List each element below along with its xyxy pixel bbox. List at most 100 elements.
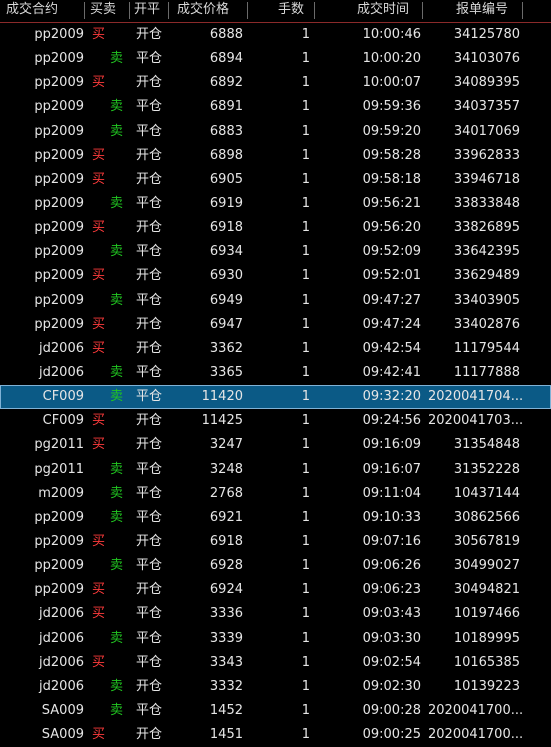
- time-cell: 09:52:01: [362, 268, 421, 284]
- row-marker: [0, 289, 5, 313]
- table-row[interactable]: jd2006 买 平仓 3343 1 09:02:54 10165385: [0, 651, 551, 675]
- table-row[interactable]: pp2009 买 开仓 6888 1 10:00:46 34125780: [0, 23, 551, 47]
- table-row[interactable]: pp2009 卖平仓 6919 1 09:56:21 33833848: [0, 192, 551, 216]
- open-close-cell: 平仓: [136, 389, 163, 405]
- volume-cell: 1: [301, 99, 310, 115]
- column-divider[interactable]: [247, 2, 248, 19]
- table-row[interactable]: CF009 卖平仓 11420 1 09:32:20 2020041704...: [0, 385, 551, 410]
- price-cell: 3365: [209, 364, 243, 380]
- table-row[interactable]: pp2009 卖平仓 6883 1 09:59:20 34017069: [0, 120, 551, 144]
- side-cell: 买: [92, 654, 106, 670]
- table-row[interactable]: pp2009 卖平仓 6894 1 10:00:20 34103076: [0, 47, 551, 71]
- table-row[interactable]: pp2009 卖平仓 6891 1 09:59:36 34037357: [0, 95, 551, 119]
- volume-cell: 1: [301, 75, 310, 91]
- price-cell: 6891: [209, 99, 243, 115]
- price-cell: 6888: [209, 27, 243, 42]
- column-divider[interactable]: [129, 2, 130, 19]
- side-cell: 卖: [110, 461, 124, 477]
- table-row[interactable]: pp2009 买 开仓 6905 1 09:58:18 33946718: [0, 168, 551, 192]
- column-header-time[interactable]: 成交时间: [357, 0, 409, 22]
- open-close-cell: 开仓: [136, 582, 163, 598]
- instrument-cell: jd2006: [39, 630, 84, 646]
- open-close-cell: 平仓: [136, 654, 163, 670]
- instrument-cell: pp2009: [34, 220, 84, 236]
- volume-cell: 1: [301, 316, 310, 332]
- table-row[interactable]: pg2011 买 开仓 3247 1 09:16:09 31354848: [0, 433, 551, 457]
- table-row[interactable]: CF009 买 开仓 11425 1 09:24:56 2020041703...: [0, 409, 551, 433]
- open-close-cell: 开仓: [136, 678, 163, 694]
- table-row[interactable]: m2009 卖平仓 2768 1 09:11:04 10437144: [0, 482, 551, 506]
- table-row[interactable]: jd2006 卖平仓 3339 1 09:03:30 10189995: [0, 627, 551, 651]
- column-divider[interactable]: [168, 2, 169, 19]
- order-id-cell: 30499027: [453, 558, 520, 574]
- open-close-cell: 开仓: [136, 533, 163, 549]
- volume-cell: 1: [301, 437, 310, 453]
- price-cell: 6924: [209, 582, 243, 598]
- column-header-price[interactable]: 成交价格: [177, 0, 229, 22]
- column-divider[interactable]: [84, 2, 85, 19]
- column-header-open-close[interactable]: 开平: [134, 0, 160, 22]
- instrument-cell: pp2009: [34, 75, 84, 91]
- row-marker: [0, 144, 5, 168]
- table-row[interactable]: jd2006 卖平仓 3365 1 09:42:41 11177888: [0, 361, 551, 385]
- table-row[interactable]: jd2006 买 平仓 3336 1 09:03:43 10197466: [0, 602, 551, 626]
- column-divider[interactable]: [422, 2, 423, 19]
- instrument-cell: pp2009: [34, 147, 84, 163]
- table-row[interactable]: pp2009 买 开仓 6918 1 09:56:20 33826895: [0, 216, 551, 240]
- row-marker: [0, 168, 5, 192]
- column-header-volume[interactable]: 手数: [278, 0, 304, 22]
- instrument-cell: jd2006: [39, 678, 84, 694]
- table-row[interactable]: pp2009 买 开仓 6947 1 09:47:24 33402876: [0, 313, 551, 337]
- table-row[interactable]: SA009 卖平仓 1452 1 09:00:28 2020041700...: [0, 699, 551, 723]
- table-row[interactable]: pg2011 卖平仓 3248 1 09:16:07 31352228: [0, 458, 551, 482]
- table-row[interactable]: SA009 买 开仓 1451 1 09:00:25 2020041700...: [0, 723, 551, 747]
- table-row[interactable]: pp2009 买 开仓 6924 1 09:06:23 30494821: [0, 578, 551, 602]
- table-row[interactable]: pp2009 买 开仓 6918 1 09:07:16 30567819: [0, 530, 551, 554]
- volume-cell: 1: [301, 630, 310, 646]
- table-row[interactable]: jd2006 卖开仓 3332 1 09:02:30 10139223: [0, 675, 551, 699]
- table-row[interactable]: pp2009 卖平仓 6921 1 09:10:33 30862566: [0, 506, 551, 530]
- row-marker: [0, 337, 5, 361]
- column-divider[interactable]: [522, 2, 523, 19]
- price-cell: 11420: [201, 389, 243, 405]
- open-close-cell: 平仓: [136, 195, 163, 211]
- volume-cell: 1: [301, 27, 310, 42]
- instrument-cell: pp2009: [34, 123, 84, 139]
- column-header-order-id[interactable]: 报单编号: [456, 0, 508, 22]
- table-row[interactable]: jd2006 买 开仓 3362 1 09:42:54 11179544: [0, 337, 551, 361]
- table-row[interactable]: pp2009 卖平仓 6934 1 09:52:09 33642395: [0, 240, 551, 264]
- side-cell: 买: [92, 533, 106, 549]
- table-row[interactable]: pp2009 买 开仓 6930 1 09:52:01 33629489: [0, 264, 551, 288]
- time-cell: 10:00:46: [362, 27, 421, 42]
- side-cell: 卖: [110, 389, 124, 405]
- instrument-cell: pp2009: [34, 171, 84, 187]
- side-cell: 买: [92, 340, 106, 356]
- open-close-cell: 平仓: [136, 461, 163, 477]
- time-cell: 09:59:36: [362, 99, 421, 115]
- time-cell: 09:06:26: [362, 558, 421, 574]
- row-marker: [0, 120, 5, 144]
- price-cell: 11425: [201, 413, 243, 429]
- time-cell: 10:00:07: [362, 75, 421, 91]
- price-cell: 6918: [209, 220, 243, 236]
- volume-cell: 1: [301, 606, 310, 622]
- table-row[interactable]: pp2009 卖平仓 6928 1 09:06:26 30499027: [0, 554, 551, 578]
- order-id-cell: 34125780: [453, 27, 520, 42]
- table-row[interactable]: pp2009 买 开仓 6892 1 10:00:07 34089395: [0, 71, 551, 95]
- column-header-side[interactable]: 买卖: [90, 0, 116, 22]
- table-row[interactable]: pp2009 卖平仓 6949 1 09:47:27 33403905: [0, 289, 551, 313]
- side-cell: 买: [92, 437, 106, 453]
- trade-table-body: pp2009 买开仓 6888 1 10:00:46 34125780 pp2009 卖平仓 6…: [0, 23, 551, 747]
- price-cell: 2768: [209, 485, 243, 501]
- table-row[interactable]: pp2009 买 开仓 6898 1 09:58:28 33962833: [0, 144, 551, 168]
- row-marker: [0, 458, 5, 482]
- column-divider[interactable]: [314, 2, 315, 19]
- side-cell: 卖: [110, 678, 124, 694]
- side-cell: 卖: [110, 51, 124, 67]
- column-header-instrument[interactable]: 成交合约: [6, 0, 58, 22]
- order-id-cell: 33962833: [453, 147, 520, 163]
- price-cell: 3248: [209, 461, 243, 477]
- price-cell: 3339: [209, 630, 243, 646]
- volume-cell: 1: [301, 244, 310, 260]
- price-cell: 6921: [209, 509, 243, 525]
